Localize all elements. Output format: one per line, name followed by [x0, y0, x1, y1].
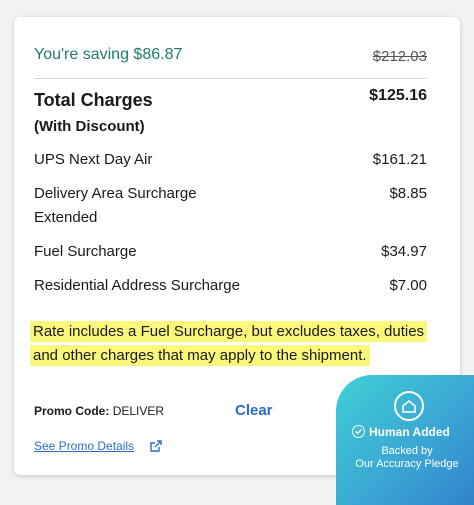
charge-label: Residential Address Surcharge	[34, 277, 240, 294]
see-promo-details-link[interactable]: See Promo Details	[34, 439, 134, 453]
total-charges-title: Total Charges	[34, 90, 153, 110]
rate-disclaimer: Rate includes a Fuel Surcharge, but excl…	[30, 320, 446, 368]
charge-label-line: Extended	[34, 209, 98, 226]
charge-label-line: Delivery Area Surcharge	[34, 185, 197, 202]
rate-disclaimer-text: Rate includes a Fuel Surcharge, but excl…	[30, 321, 428, 366]
check-circle-icon	[352, 425, 365, 438]
house-icon	[394, 391, 424, 421]
charge-amount: $7.00	[389, 277, 427, 294]
badge-subtitle: Backed by Our Accuracy Pledge	[336, 445, 474, 471]
badge-line: Backed by	[381, 445, 433, 457]
total-charges-subtitle: (With Discount)	[34, 118, 145, 135]
savings-text: You're saving $86.87	[34, 46, 183, 63]
charge-label: Fuel Surcharge	[34, 243, 137, 260]
promo-code-label: Promo Code:	[34, 404, 110, 418]
total-charges-amount: $125.16	[369, 87, 427, 104]
charge-label: UPS Next Day Air	[34, 151, 153, 168]
charge-amount: $34.97	[381, 243, 427, 260]
external-link-icon[interactable]	[150, 440, 162, 452]
original-price: $212.03	[372, 48, 427, 65]
badge-title-text: Human Added	[369, 425, 450, 439]
promo-code-value: DELIVER	[112, 404, 165, 418]
charge-amount: $161.21	[372, 151, 427, 168]
badge-line: Our Accuracy Pledge	[355, 458, 459, 470]
divider	[34, 78, 427, 79]
clear-promo-button[interactable]: Clear	[235, 402, 273, 419]
charge-amount: $8.85	[389, 185, 427, 202]
badge-title: Human Added	[352, 425, 450, 439]
promo-code: Promo Code: DELIVER	[34, 404, 164, 418]
charge-label: Delivery Area Surcharge Extended	[34, 182, 197, 230]
